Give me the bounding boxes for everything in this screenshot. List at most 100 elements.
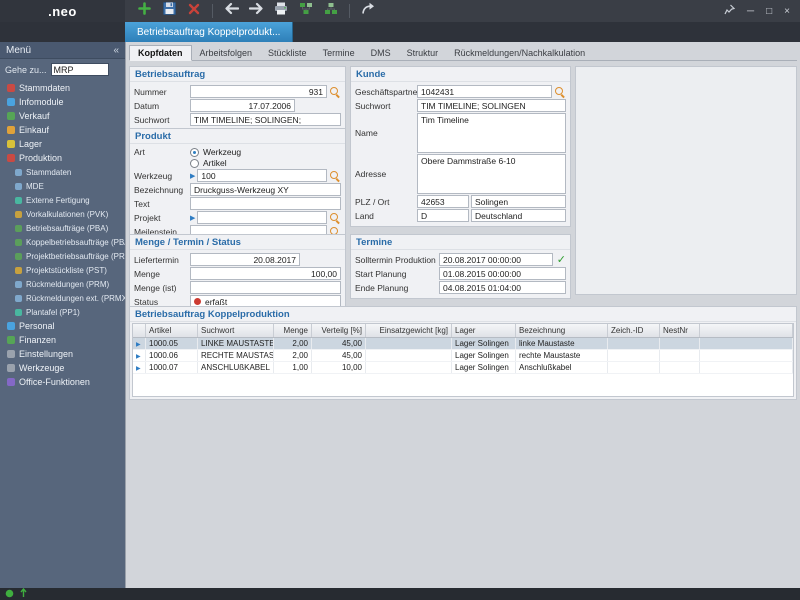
tab-struktur[interactable]: Struktur — [399, 46, 447, 60]
sidebar-subitem-stammdaten[interactable]: Stammdaten — [0, 165, 125, 179]
lookup-magnifier-icon[interactable] — [555, 87, 566, 98]
land-field-2[interactable]: Deutschland — [471, 209, 566, 222]
plz-ort-field-2[interactable]: Solingen — [471, 195, 566, 208]
sidebar-subitem-vorkalkulationen-pvk[interactable]: Vorkalkulationen (PVK) — [0, 207, 125, 221]
geschaeftspartner-field[interactable]: 1042431 — [417, 85, 552, 98]
sidebar-item-finanzen[interactable]: Finanzen — [0, 333, 125, 347]
module-icon — [7, 98, 15, 106]
datum-field[interactable]: 17.07.2006 — [190, 99, 295, 112]
table-cell: Anschlußkabel — [516, 362, 608, 373]
sidebar-item-personal[interactable]: Personal — [0, 319, 125, 333]
plz-ort-field[interactable]: 42653 — [417, 195, 469, 208]
field-label: Text — [134, 198, 150, 209]
sidebar-item-infomodule[interactable]: Infomodule — [0, 95, 125, 109]
sidebar-item-produktion[interactable]: Produktion — [0, 151, 125, 165]
tab-r-ckmeldungen-nachkalkulation[interactable]: Rückmeldungen/Nachkalkulation — [446, 46, 593, 60]
werkzeug-field[interactable]: 100 — [197, 169, 327, 182]
field-label: Projekt — [134, 212, 161, 223]
text-field[interactable] — [190, 197, 341, 210]
tab-termine[interactable]: Termine — [315, 46, 363, 60]
sidebar-item-label: Infomodule — [19, 97, 64, 107]
document-tab-active[interactable]: Betriebsauftrag Koppelprodukt... — [125, 22, 294, 42]
radio-artikel[interactable] — [190, 158, 199, 168]
new-button[interactable] — [135, 2, 153, 20]
sidebar-item-werkzeuge[interactable]: Werkzeuge — [0, 361, 125, 375]
field-label: Nummer — [134, 86, 167, 97]
sidebar-subitem-mde[interactable]: MDE — [0, 179, 125, 193]
column-header-menge[interactable]: Menge — [274, 324, 312, 337]
liefertermin-field[interactable]: 20.08.2017 — [190, 253, 300, 266]
export-structure-button[interactable] — [297, 2, 315, 20]
field-label: Status — [134, 296, 159, 307]
sidebar-item-office-funktionen[interactable]: Office-Funktionen — [0, 375, 125, 389]
lookup-magnifier-icon[interactable] — [330, 213, 341, 224]
sidebar-item-label: Vorkalkulationen (PVK) — [26, 209, 109, 219]
print-button[interactable] — [272, 2, 290, 20]
radio-werkzeug[interactable] — [190, 147, 199, 157]
ende-planung-field[interactable]: 04.08.2015 01:04:00 — [439, 281, 566, 294]
solltermin-produktion-field[interactable]: 20.08.2017 00:00:00 — [439, 253, 553, 266]
land-field[interactable]: D — [417, 209, 469, 222]
table-row[interactable]: ▶ 1000.05 LINKE MAUSTASTE 2,00 45,00 Lager So… — [133, 338, 793, 350]
sidebar-item-einstellungen[interactable]: Einstellungen — [0, 347, 125, 361]
kunde-suchwort-field[interactable]: TIM TIMELINE; SOLINGEN — [417, 99, 566, 112]
bezeichnung-field[interactable]: Druckguss-Werkzeug XY — [190, 183, 341, 196]
collapse-sidebar-icon[interactable]: « — [113, 45, 119, 56]
status-online-icon — [5, 585, 14, 600]
column-header-einsatzgewicht-kg[interactable]: Einsatzgewicht [kg] — [366, 324, 452, 337]
column-header-lager[interactable]: Lager — [452, 324, 516, 337]
suchwort-field[interactable]: TIM TIMELINE; SOLINGEN; — [190, 113, 341, 126]
forward-button[interactable] — [247, 2, 265, 20]
goto-input[interactable] — [50, 63, 109, 76]
sidebar-item-einkauf[interactable]: Einkauf — [0, 123, 125, 137]
start-planung-field[interactable]: 01.08.2015 00:00:00 — [439, 267, 566, 280]
minimize-button[interactable]: ─ — [747, 6, 754, 17]
close-button[interactable]: × — [784, 6, 790, 17]
kunde-name-field[interactable]: Tim Timeline — [417, 113, 566, 153]
nummer-field[interactable]: 931 — [190, 85, 327, 98]
row-selector[interactable]: ▶ — [133, 350, 146, 361]
sidebar-subitem-externe-fertigung[interactable]: Externe Fertigung — [0, 193, 125, 207]
sidebar-item-lager[interactable]: Lager — [0, 137, 125, 151]
column-header-nestnr[interactable]: NestNr — [660, 324, 700, 337]
import-structure-button[interactable] — [322, 2, 340, 20]
kunde-adresse-field[interactable]: Obere Dammstraße 6-10 — [417, 154, 566, 194]
column-header-artikel[interactable]: Artikel — [146, 324, 198, 337]
table-row[interactable]: ▶ 1000.06RECHTE MAUSTASTE2,0045,00 Lager S… — [133, 350, 793, 362]
sidebar-subitem-r-ckmeldungen-prm[interactable]: Rückmeldungen (PRM) — [0, 277, 125, 291]
column-header-suchwort[interactable]: Suchwort — [198, 324, 274, 337]
tab-kopfdaten[interactable]: Kopfdaten — [129, 45, 192, 61]
lookup-magnifier-icon[interactable] — [330, 87, 341, 98]
sidebar-item-verkauf[interactable]: Verkauf — [0, 109, 125, 123]
maximize-button[interactable]: □ — [766, 6, 772, 17]
sidebar-subitem-koppelbetriebsauftr-ge-pbak[interactable]: Koppelbetriebsaufträge (PBAK) — [0, 235, 125, 249]
sidebar-subitem-projektst-ckliste-pst[interactable]: Projektstückliste (PST) — [0, 263, 125, 277]
sidebar-subitem-projektbetriebsauftr-ge-prb[interactable]: Projektbetriebsaufträge (PRB) — [0, 249, 125, 263]
status-sync-icon[interactable] — [19, 585, 28, 600]
save-button[interactable] — [160, 2, 178, 20]
sidebar-subitem-plantafel-pp1[interactable]: Plantafel (PP1) — [0, 305, 125, 319]
menge-field[interactable]: 100,00 — [190, 267, 341, 280]
tab-arbeitsfolgen[interactable]: Arbeitsfolgen — [192, 46, 261, 60]
menge-ist-field[interactable] — [190, 281, 341, 294]
column-header-bezeichnung[interactable]: Bezeichnung — [516, 324, 608, 337]
sidebar-subitem-betriebsauftr-ge-pba[interactable]: Betriebsaufträge (PBA) — [0, 221, 125, 235]
pin-icon[interactable] — [724, 4, 736, 18]
back-button[interactable] — [222, 2, 240, 20]
row-selector[interactable]: ▶ — [133, 362, 146, 373]
sidebar-item-stammdaten[interactable]: Stammdaten — [0, 81, 125, 95]
projekt-field[interactable] — [197, 211, 327, 224]
window-controls: ─ □ × — [724, 4, 800, 18]
row-selector[interactable]: ▶ — [133, 338, 146, 349]
delete-button[interactable] — [185, 2, 203, 20]
tab-st-ckliste[interactable]: Stückliste — [260, 46, 315, 60]
column-header-verteilg[interactable]: Verteilg [%] — [312, 324, 366, 337]
detail-arrow-icon[interactable]: ▶ — [190, 172, 195, 180]
lookup-magnifier-icon[interactable] — [330, 171, 341, 182]
detail-arrow-icon[interactable]: ▶ — [190, 214, 195, 222]
column-header-zeich-id[interactable]: Zeich.-ID — [608, 324, 660, 337]
share-button[interactable] — [359, 2, 377, 20]
tab-dms[interactable]: DMS — [363, 46, 399, 60]
table-row[interactable]: ▶ 1000.07 ANSCHLUßKABEL 1,00 10,00 Lager Soli… — [133, 362, 793, 374]
sidebar-subitem-r-ckmeldungen-ext-prmx[interactable]: Rückmeldungen ext. (PRMX) — [0, 291, 125, 305]
